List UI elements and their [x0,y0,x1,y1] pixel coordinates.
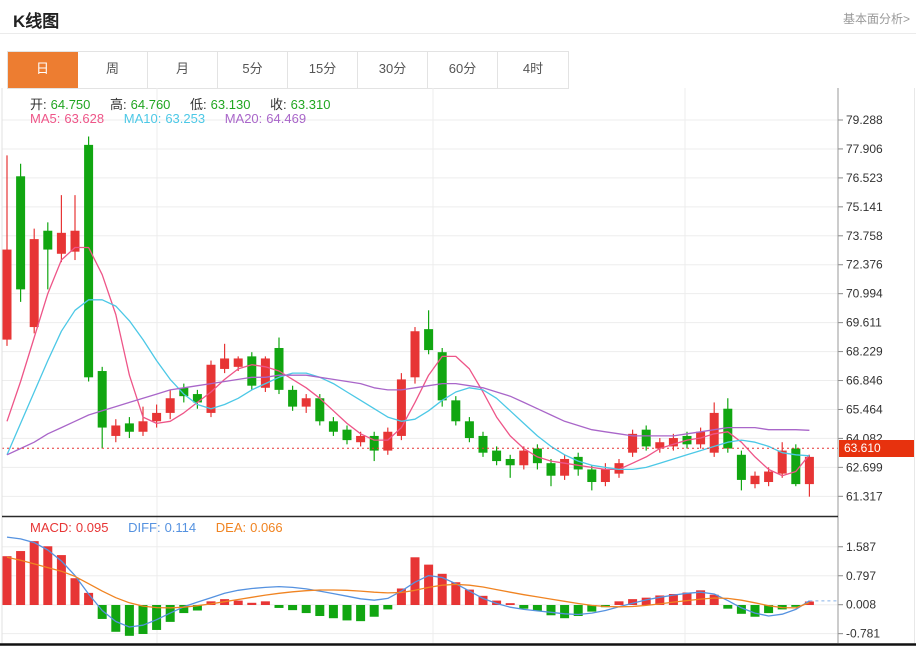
high-value: 64.760 [131,97,171,112]
ma5-value: 63.628 [64,111,104,126]
close-label: 收: [270,97,287,112]
main-axis-label: 70.994 [846,287,883,301]
main-axis-label: 75.141 [846,200,883,214]
diff-value: 0.114 [165,520,197,535]
main-axis-label: 72.376 [846,258,883,272]
macd-axis-label: 0.797 [846,569,876,583]
main-axis-label: 66.846 [846,374,883,388]
macd-label: MACD: [30,520,72,535]
main-axis-label: 69.611 [846,316,882,330]
main-axis-label: 65.464 [846,402,883,416]
dea-value: 0.066 [250,520,283,535]
kline-page: K线图 基本面分析> 日周月5分15分30分60分4时 79.28877.906… [0,0,916,647]
main-axis-label: 77.906 [846,142,883,156]
main-axis-label: 73.758 [846,229,883,243]
dea-label: DEA: [216,520,246,535]
low-value: 63.130 [211,97,251,112]
main-axis-label: 62.699 [846,460,883,474]
low-label: 低: [190,97,207,112]
main-axis-label: 76.523 [846,171,883,185]
ma5-label: MA5: [30,111,60,126]
main-axis-label: 79.288 [846,113,883,127]
close-value: 63.310 [291,97,331,112]
main-axis-label: 68.229 [846,345,883,359]
open-value: 64.750 [51,97,91,112]
macd-axis-label: -0.781 [846,627,880,641]
current-price-badge: 63.610 [839,440,914,457]
open-label: 开: [30,97,47,112]
macd-axis-label: 1.587 [846,540,876,554]
ma-readout: MA5: 63.628 MA10:63.253 MA20:64.469 [30,111,310,126]
ma10-value: 63.253 [165,111,205,126]
ma10-label: MA10: [124,111,162,126]
macd-readout: MACD: 0.095 DIFF: 0.114 DEA: 0.066 [30,520,287,535]
diff-label: DIFF: [128,520,161,535]
high-label: 高: [110,97,127,112]
ma20-label: MA20: [225,111,263,126]
macd-value: 0.095 [76,520,109,535]
main-axis-label: 61.317 [846,489,883,503]
ma20-value: 64.469 [266,111,306,126]
macd-axis-label: 0.008 [846,598,876,612]
